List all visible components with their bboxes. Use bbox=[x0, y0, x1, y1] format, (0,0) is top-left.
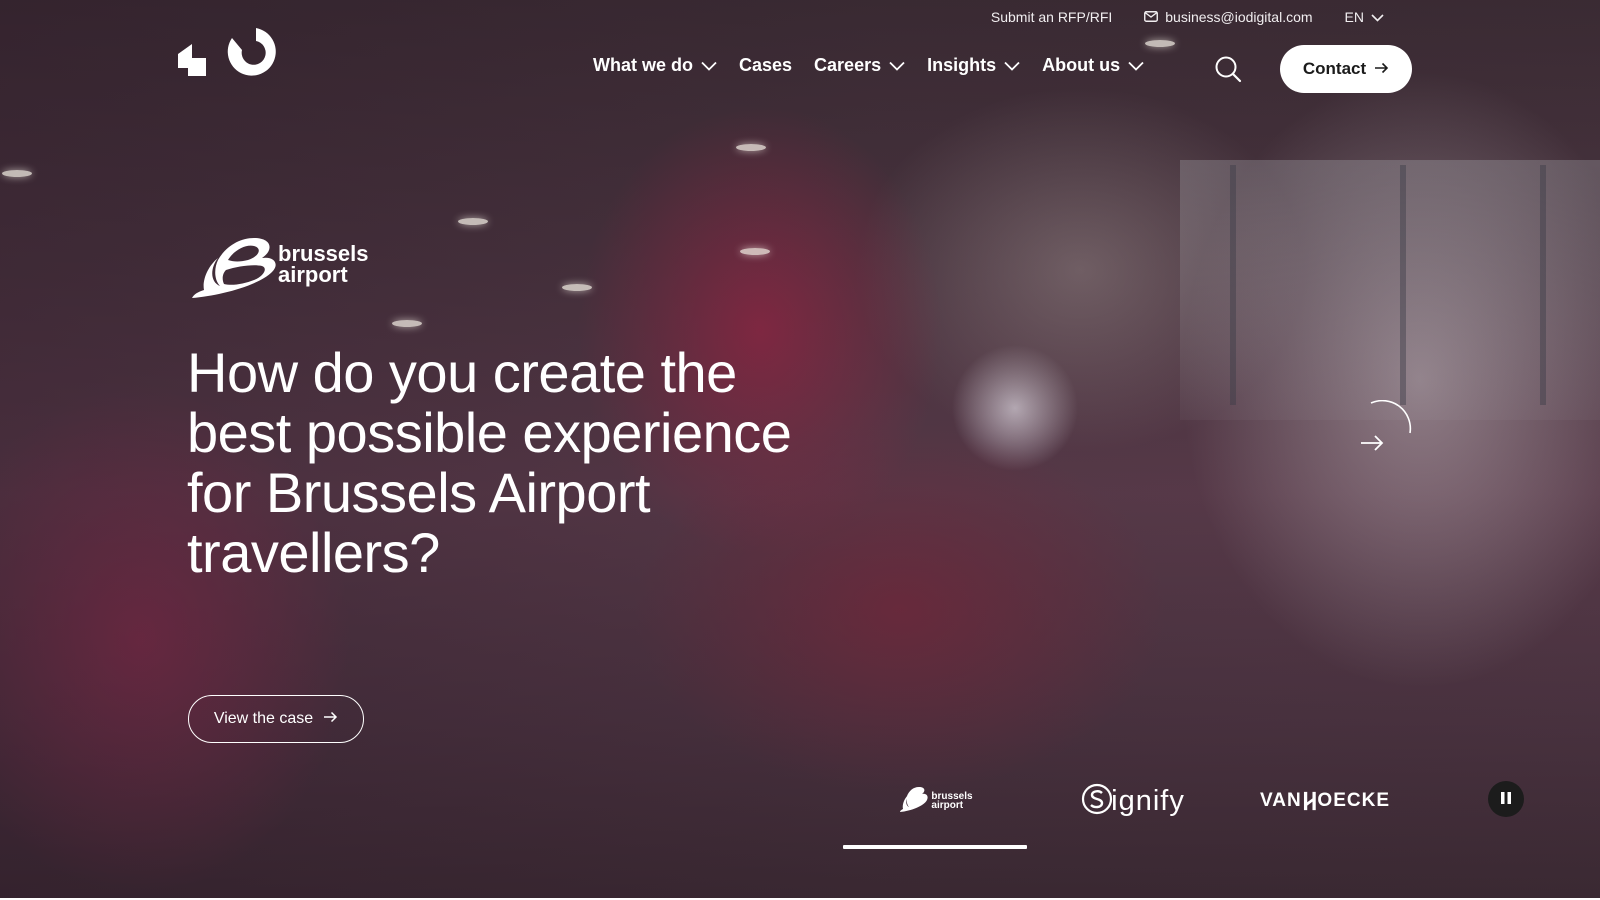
arrow-right-icon bbox=[323, 710, 338, 728]
pause-button[interactable] bbox=[1488, 781, 1524, 817]
chevron-down-icon bbox=[889, 55, 905, 76]
chevron-down-icon bbox=[1371, 9, 1384, 25]
chevron-down-icon bbox=[1004, 55, 1020, 76]
view-case-label: View the case bbox=[213, 710, 314, 727]
ceiling-light bbox=[458, 218, 488, 225]
window-frame bbox=[1540, 165, 1546, 405]
search-button[interactable] bbox=[1214, 55, 1242, 83]
chevron-down-icon bbox=[701, 55, 717, 76]
rfp-link[interactable]: Submit an RFP/RFI bbox=[991, 9, 1112, 25]
nav-item-label: Insights bbox=[927, 55, 997, 75]
utility-bar: Submit an RFP/RFI business@iodigital.com… bbox=[991, 9, 1384, 25]
mail-icon bbox=[1144, 9, 1159, 25]
nav-item-label: Careers bbox=[814, 55, 882, 75]
signify-logo-icon bbox=[1081, 783, 1113, 819]
ceiling-light bbox=[2, 170, 32, 177]
pause-icon bbox=[1500, 790, 1512, 809]
brussels-airport-logo: brussels airport bbox=[188, 236, 388, 306]
ceiling-light bbox=[392, 320, 422, 327]
iodigital-logo[interactable] bbox=[176, 24, 276, 80]
arrow-right-icon bbox=[1374, 59, 1389, 79]
arrow-right-icon bbox=[1361, 435, 1384, 451]
contact-button[interactable]: Contact bbox=[1280, 45, 1412, 93]
window-frame bbox=[1230, 165, 1236, 405]
carousel-tab-brussels-airport[interactable]: brussels airport bbox=[895, 776, 977, 826]
nav-item-what-we-do[interactable]: What we do bbox=[593, 55, 717, 76]
nav-item-careers[interactable]: Careers bbox=[814, 55, 905, 76]
van-hoecke-logo-text: OECKE bbox=[1317, 790, 1390, 811]
next-slide-button[interactable] bbox=[1353, 399, 1413, 460]
carousel-progress-bar bbox=[843, 845, 1027, 849]
carousel-tab-van-hoecke[interactable]: VAN OECKE bbox=[1260, 776, 1390, 826]
nav-item-label: Cases bbox=[739, 55, 793, 75]
language-label: EN bbox=[1344, 9, 1364, 25]
nav-item-about-us[interactable]: About us bbox=[1042, 55, 1144, 76]
carousel-logo-line: airport bbox=[931, 800, 964, 811]
carousel-tab-signify[interactable]: ignify bbox=[1063, 776, 1203, 826]
signify-logo-text: ignify bbox=[1111, 784, 1185, 817]
background-window bbox=[1180, 160, 1600, 420]
ceiling-light bbox=[562, 284, 592, 291]
ceiling-light bbox=[1145, 40, 1175, 47]
slide-timer-arc bbox=[1370, 399, 1412, 434]
email-link[interactable]: business@iodigital.com bbox=[1144, 9, 1313, 25]
language-selector[interactable]: EN bbox=[1345, 9, 1384, 25]
email-address: business@iodigital.com bbox=[1165, 9, 1313, 25]
chevron-down-icon bbox=[1128, 55, 1144, 76]
nav-item-cases[interactable]: Cases bbox=[739, 55, 792, 76]
client-logo-line: brussels bbox=[278, 241, 369, 266]
ceiling-light bbox=[740, 248, 770, 255]
main-nav: What we do Cases Careers Insights About … bbox=[593, 55, 1166, 76]
search-icon bbox=[1214, 56, 1242, 87]
van-hoecke-logo-mark bbox=[1303, 791, 1316, 811]
client-logo-wordmark: brussels airport bbox=[278, 241, 369, 287]
ceiling-light bbox=[736, 144, 766, 151]
hero-headline: How do you create the best possible expe… bbox=[187, 341, 792, 584]
window-frame bbox=[1400, 165, 1406, 405]
client-carousel: brussels airport ignify VAN OECKE bbox=[843, 776, 1443, 856]
nav-item-label: What we do bbox=[593, 55, 693, 75]
van-hoecke-logo-text: VAN bbox=[1260, 790, 1302, 811]
view-case-button[interactable]: View the case bbox=[188, 695, 364, 743]
client-logo-line: airport bbox=[278, 262, 348, 287]
nav-item-insights[interactable]: Insights bbox=[927, 55, 1020, 76]
contact-label: Contact bbox=[1302, 59, 1367, 78]
nav-item-label: About us bbox=[1042, 55, 1121, 75]
